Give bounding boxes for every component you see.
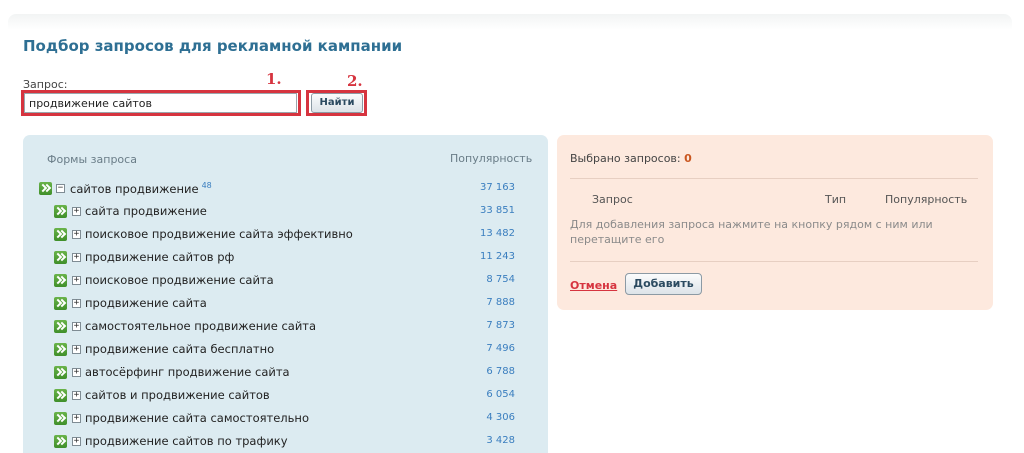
add-arrow-icon[interactable]: [54, 274, 67, 287]
column-header-type: Тип: [825, 193, 847, 206]
add-arrow-icon[interactable]: [54, 366, 67, 379]
query-row: + автосёрфинг продвижение сайта 6 788: [23, 364, 543, 382]
empty-hint: Для добавления запроса нажмите на кнопку…: [570, 218, 933, 246]
query-row: + продвижение сайта бесплатно 7 496: [23, 341, 543, 359]
cancel-link[interactable]: Отмена: [570, 279, 617, 292]
popularity-value: 3 428: [486, 435, 515, 446]
add-arrow-icon[interactable]: [54, 251, 67, 264]
column-header-query: Запрос: [592, 193, 633, 206]
expand-plus-icon[interactable]: +: [72, 322, 81, 331]
expand-plus-icon[interactable]: +: [72, 437, 81, 446]
popularity-value: 6 788: [486, 366, 515, 377]
query-phrase: продвижение сайта самостоятельно: [85, 411, 309, 425]
query-phrase: сайтов и продвижение сайтов: [85, 388, 270, 402]
expand-plus-icon[interactable]: +: [72, 276, 81, 285]
popularity-value: 7 888: [486, 297, 515, 308]
add-arrow-icon[interactable]: [54, 205, 67, 218]
query-phrase: продвижение сайта бесплатно: [85, 342, 275, 356]
popularity-value: 4 306: [486, 412, 515, 423]
expand-plus-icon[interactable]: +: [72, 253, 81, 262]
expand-plus-icon[interactable]: +: [72, 345, 81, 354]
query-input[interactable]: [24, 93, 297, 113]
query-row: − сайтов продвижение 48 37 163: [23, 180, 543, 198]
popularity-value: 13 482: [480, 228, 515, 239]
query-row: + самостоятельное продвижение сайта 7 87…: [23, 318, 543, 336]
column-header-forms: Формы запроса: [47, 153, 137, 166]
annotation-2: 2.: [347, 72, 363, 90]
query-row: + продвижение сайтов по трафику 3 428: [23, 433, 543, 451]
add-arrow-icon[interactable]: [54, 389, 67, 402]
query-row: + продвижение сайта 7 888: [23, 295, 543, 313]
query-row: + поисковое продвижение сайта эффективно…: [23, 226, 543, 244]
expand-plus-icon[interactable]: +: [72, 207, 81, 216]
popularity-value: 6 054: [486, 389, 515, 400]
popularity-value: 33 851: [480, 205, 515, 216]
expand-plus-icon[interactable]: +: [72, 414, 81, 423]
query-phrase: автосёрфинг продвижение сайта: [85, 365, 290, 379]
add-arrow-icon[interactable]: [54, 412, 67, 425]
popularity-value: 8 754: [486, 274, 515, 285]
collapse-minus-icon[interactable]: −: [56, 184, 65, 193]
popularity-value: 7 496: [486, 343, 515, 354]
expand-plus-icon[interactable]: +: [72, 230, 81, 239]
popularity-value: 37 163: [480, 182, 515, 193]
add-arrow-icon[interactable]: [54, 228, 67, 241]
selected-queries-title: Выбрано запросов: 0: [570, 152, 692, 165]
find-button[interactable]: Найти: [311, 93, 363, 113]
divider: [570, 261, 978, 262]
page-title: Подбор запросов для рекламной кампании: [23, 37, 403, 55]
query-phrase: самостоятельное продвижение сайта: [85, 319, 317, 333]
query-phrase: продвижение сайта: [85, 296, 207, 310]
column-header-popularity: Популярность: [450, 152, 533, 165]
add-arrow-icon[interactable]: [54, 343, 67, 356]
popularity-value: 11 243: [480, 251, 515, 262]
selected-count: 0: [684, 152, 692, 165]
query-row: + продвижение сайтов рф 11 243: [23, 249, 543, 267]
query-phrase: продвижение сайтов рф: [85, 250, 235, 264]
popularity-value: 7 873: [486, 320, 515, 331]
query-row: + продвижение сайта самостоятельно 4 306: [23, 410, 543, 428]
query-phrase: сайта продвижение: [85, 204, 207, 218]
top-band: [8, 14, 1012, 30]
query-phrase: продвижение сайтов по трафику: [85, 434, 288, 448]
expand-plus-icon[interactable]: +: [72, 299, 81, 308]
query-phrase: сайтов продвижение 48: [70, 181, 212, 196]
column-header-popularity: Популярность: [885, 193, 968, 206]
query-row: + поисковое продвижение сайта 8 754: [23, 272, 543, 290]
expand-plus-icon[interactable]: +: [72, 391, 81, 400]
query-phrase: поисковое продвижение сайта эффективно: [85, 227, 353, 241]
annotation-1: 1.: [266, 70, 282, 88]
query-row: + сайта продвижение 33 851: [23, 203, 543, 221]
expand-plus-icon[interactable]: +: [72, 368, 81, 377]
add-arrow-icon[interactable]: [54, 435, 67, 448]
add-arrow-icon[interactable]: [54, 320, 67, 333]
query-row: + сайтов и продвижение сайтов 6 054: [23, 387, 543, 405]
query-phrase: поисковое продвижение сайта: [85, 273, 274, 287]
sub-query-count: 48: [201, 181, 212, 190]
query-label: Запрос:: [23, 78, 68, 91]
divider: [570, 178, 978, 179]
add-button[interactable]: Добавить: [625, 273, 702, 295]
add-arrow-icon[interactable]: [54, 297, 67, 310]
query-forms-panel: Формы запроса Популярность − сайтов прод…: [23, 135, 548, 453]
add-arrow-icon[interactable]: [39, 182, 52, 195]
selected-queries-panel: Выбрано запросов: 0 Запрос Тип Популярно…: [557, 135, 993, 310]
